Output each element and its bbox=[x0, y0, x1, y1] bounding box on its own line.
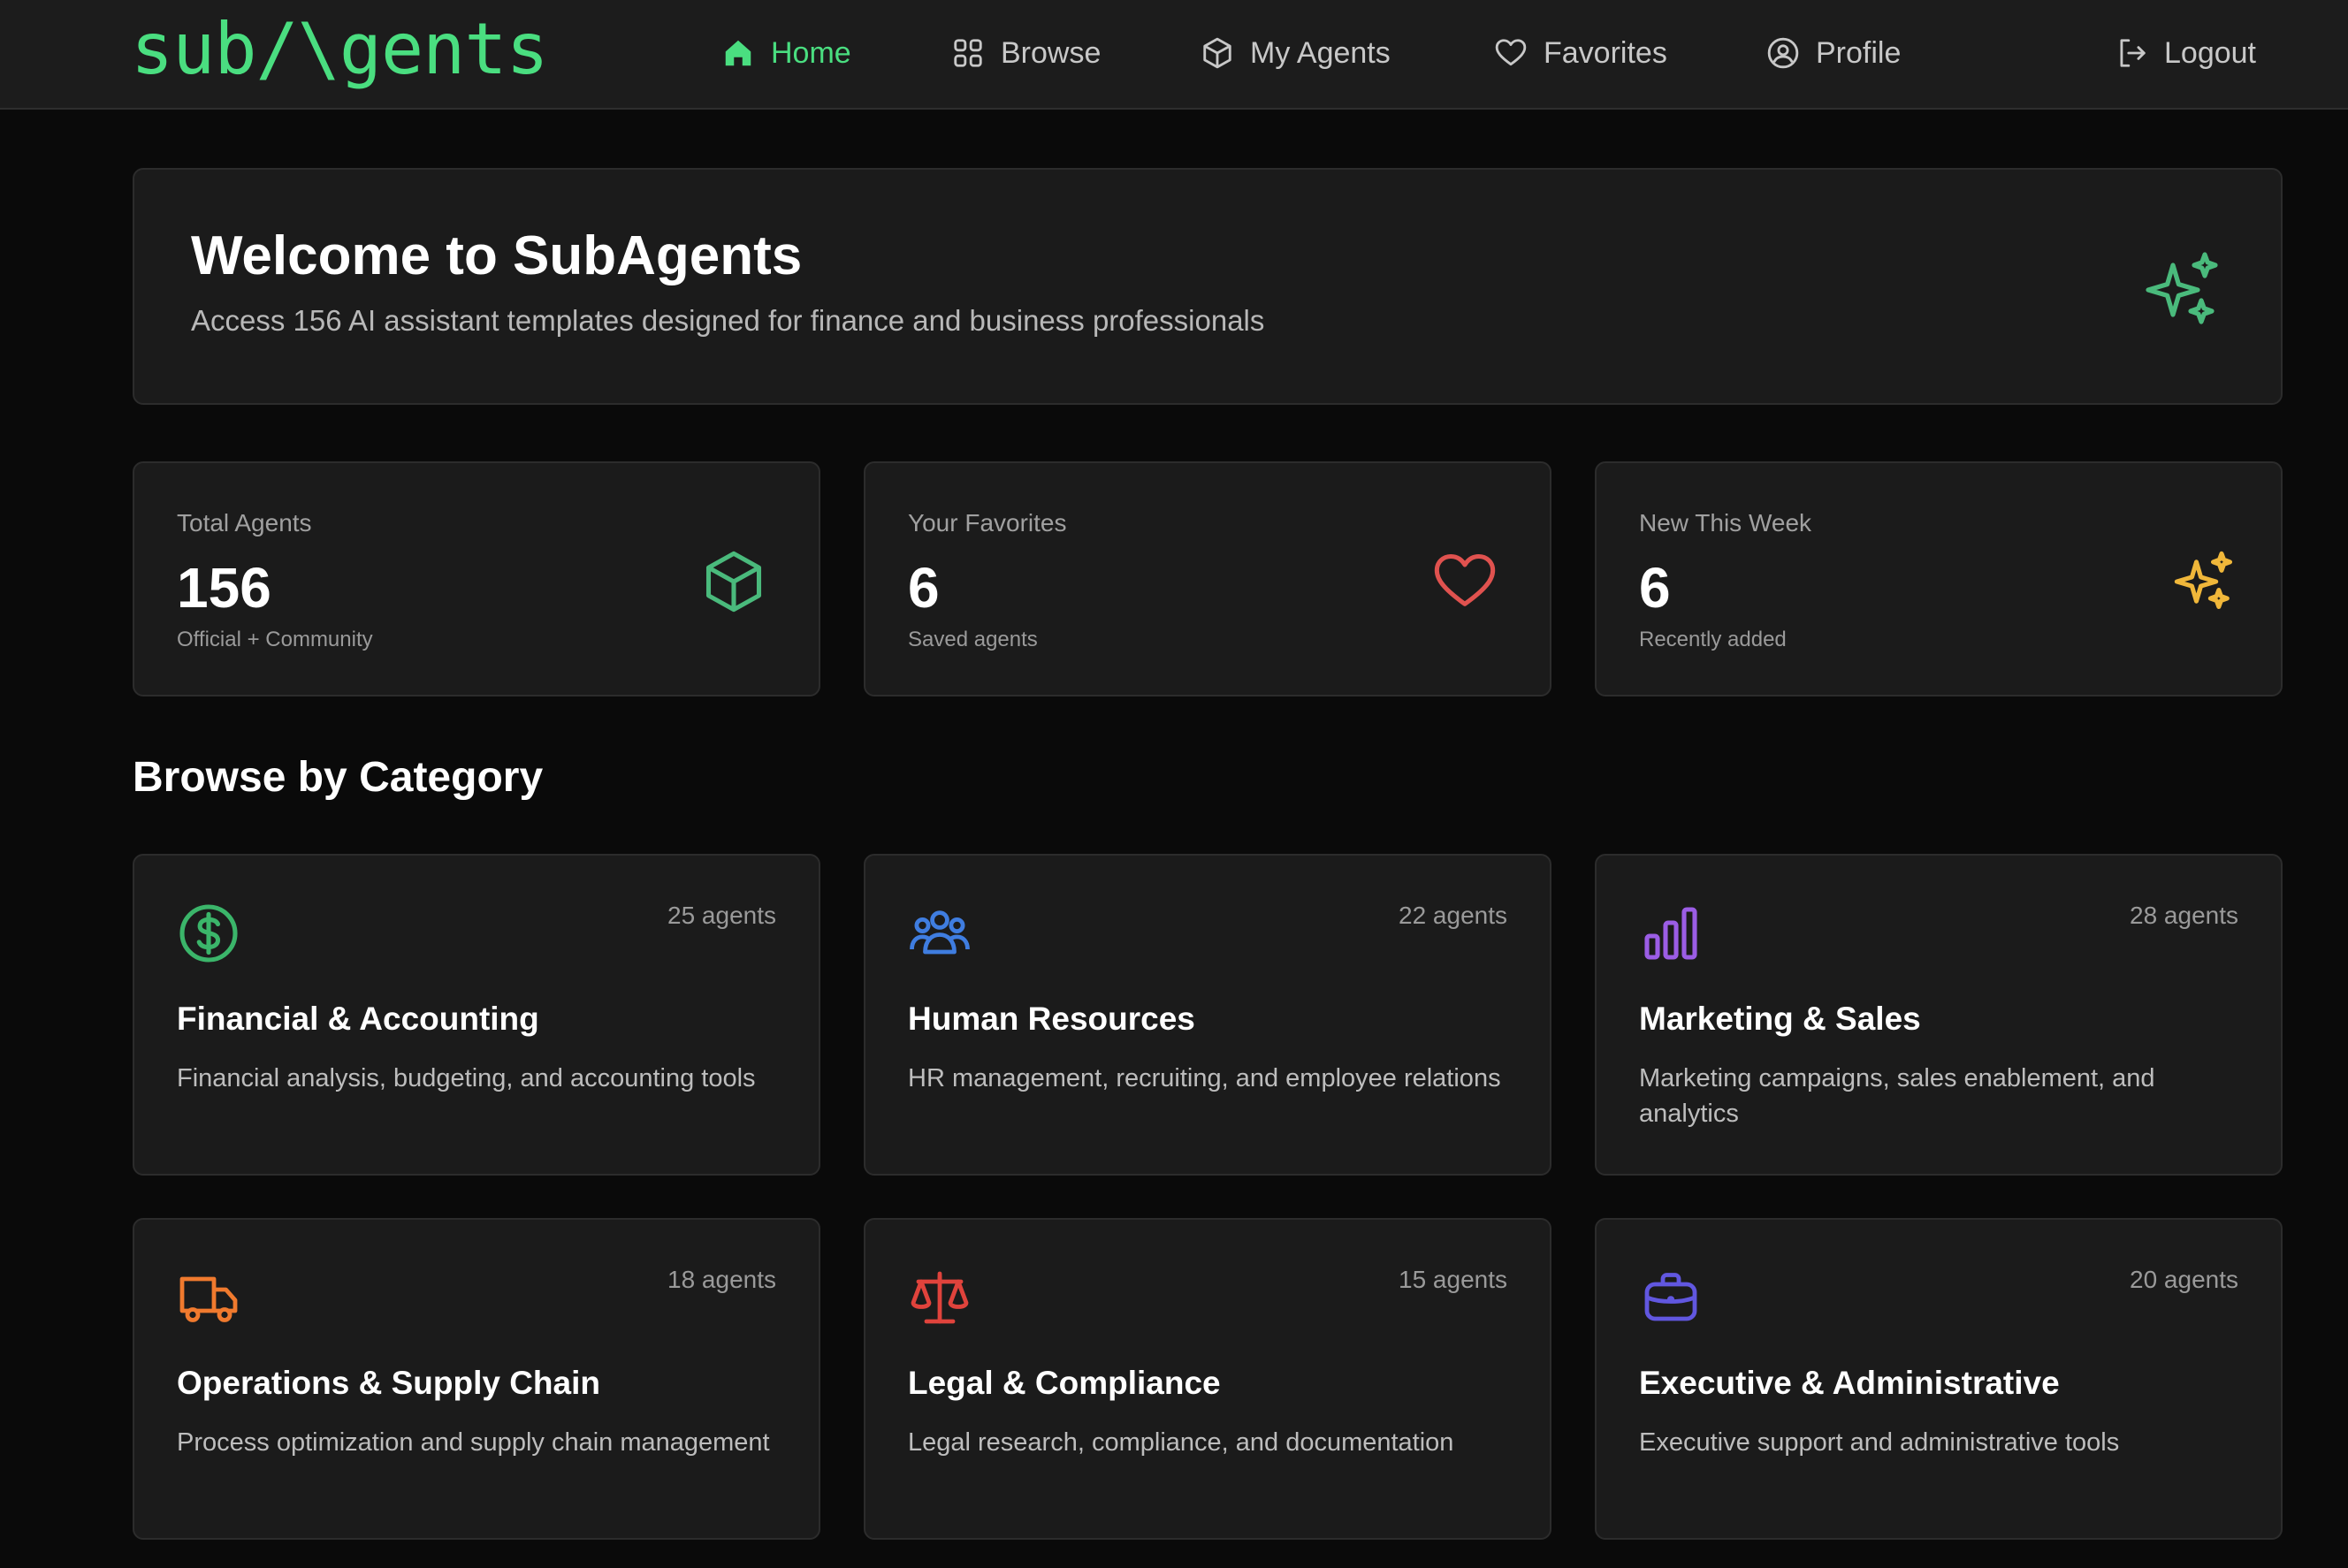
stat-label: Total Agents bbox=[177, 509, 312, 537]
briefcase-icon bbox=[1644, 1273, 1697, 1321]
category-description: Executive support and administrative too… bbox=[1639, 1428, 2120, 1457]
stat-sub: Official + Community bbox=[177, 628, 373, 651]
category-title: Human Resources bbox=[908, 1001, 1195, 1037]
category-card-financial-accounting[interactable]: 25 agents Financial & Accounting Financi… bbox=[133, 854, 820, 1176]
stat-card-new-this-week: New This Week 6 Recently added bbox=[1595, 461, 2283, 696]
section-title-browse-by-category: Browse by Category bbox=[133, 754, 544, 801]
logout-label: Logout bbox=[2164, 35, 2256, 70]
stat-sub: Saved agents bbox=[908, 628, 1038, 651]
welcome-banner: Welcome to SubAgents Access 156 AI assis… bbox=[133, 168, 2283, 405]
top-navbar: sub/\gents Home Browse My Agents Favorit… bbox=[0, 0, 2348, 110]
category-card-human-resources[interactable]: 22 agents Human Resources HR management,… bbox=[864, 854, 1551, 1176]
category-agent-count: 22 agents bbox=[1399, 902, 1507, 929]
category-description: Financial analysis, budgeting, and accou… bbox=[177, 1064, 756, 1092]
brand-logo[interactable]: sub/\gents bbox=[131, 5, 549, 94]
user-circle-icon bbox=[1767, 37, 1799, 69]
nav-my-agents[interactable]: My Agents bbox=[1201, 27, 1391, 80]
category-card-executive-administrative[interactable]: 20 agents Executive & Administrative Exe… bbox=[1595, 1218, 2283, 1540]
category-card-marketing-sales[interactable]: 28 agents Marketing & Sales Marketing ca… bbox=[1595, 854, 2283, 1176]
truck-icon bbox=[179, 1276, 238, 1322]
stat-label: New This Week bbox=[1639, 509, 1812, 537]
category-agent-count: 18 agents bbox=[667, 1266, 776, 1293]
category-description: Marketing campaigns, sales enablement, a… bbox=[1639, 1064, 2155, 1128]
nav-browse[interactable]: Browse bbox=[951, 27, 1101, 80]
welcome-title: Welcome to SubAgents bbox=[191, 225, 803, 286]
nav-favorites-label: Favorites bbox=[1544, 35, 1667, 70]
sparkles-icon bbox=[2146, 252, 2218, 324]
heart-icon bbox=[1495, 39, 1527, 66]
stat-card-favorites: Your Favorites 6 Saved agents bbox=[864, 461, 1551, 696]
category-agent-count: 20 agents bbox=[2130, 1266, 2238, 1293]
category-title: Operations & Supply Chain bbox=[177, 1365, 600, 1401]
users-icon bbox=[910, 910, 970, 955]
scale-icon bbox=[911, 1271, 969, 1324]
stat-value: 156 bbox=[177, 556, 271, 620]
stat-card-total-agents: Total Agents 156 Official + Community bbox=[133, 461, 820, 696]
category-title: Executive & Administrative bbox=[1639, 1365, 2060, 1401]
category-agent-count: 25 agents bbox=[667, 902, 776, 929]
logout-icon bbox=[2120, 39, 2146, 67]
nav-profile[interactable]: Profile bbox=[1766, 27, 1901, 80]
nav-my-agents-label: My Agents bbox=[1250, 35, 1391, 70]
nav-favorites[interactable]: Favorites bbox=[1494, 27, 1667, 80]
stat-label: Your Favorites bbox=[908, 509, 1067, 537]
dollar-circle-icon bbox=[179, 904, 238, 963]
category-description: HR management, recruiting, and employee … bbox=[908, 1064, 1501, 1092]
stat-value: 6 bbox=[1639, 556, 1671, 620]
category-title: Legal & Compliance bbox=[908, 1365, 1221, 1401]
category-agent-count: 15 agents bbox=[1399, 1266, 1507, 1293]
sparkles-icon bbox=[2174, 551, 2233, 610]
category-description: Legal research, compliance, and document… bbox=[908, 1428, 1454, 1457]
bar-chart-icon bbox=[1644, 907, 1697, 960]
logout-button[interactable]: Logout bbox=[2115, 27, 2256, 80]
nav-profile-label: Profile bbox=[1816, 35, 1902, 70]
nav-home-label: Home bbox=[771, 35, 851, 70]
cube-icon bbox=[705, 551, 762, 613]
nav-home[interactable]: Home bbox=[721, 27, 851, 80]
stat-value: 6 bbox=[908, 556, 940, 620]
cube-icon bbox=[1203, 37, 1231, 69]
stat-sub: Recently added bbox=[1639, 628, 1787, 651]
welcome-subtitle: Access 156 AI assistant templates design… bbox=[191, 304, 1265, 337]
nav-browse-label: Browse bbox=[1001, 35, 1102, 70]
category-card-legal-compliance[interactable]: 15 agents Legal & Compliance Legal resea… bbox=[864, 1218, 1551, 1540]
home-icon bbox=[725, 40, 751, 66]
grid-icon bbox=[954, 39, 982, 67]
category-agent-count: 28 agents bbox=[2130, 902, 2238, 929]
category-title: Marketing & Sales bbox=[1639, 1001, 1921, 1037]
category-description: Process optimization and supply chain ma… bbox=[177, 1428, 770, 1457]
heart-icon bbox=[1434, 553, 1496, 606]
category-title: Financial & Accounting bbox=[177, 1001, 539, 1037]
category-card-operations-supply-chain[interactable]: 18 agents Operations & Supply Chain Proc… bbox=[133, 1218, 820, 1540]
